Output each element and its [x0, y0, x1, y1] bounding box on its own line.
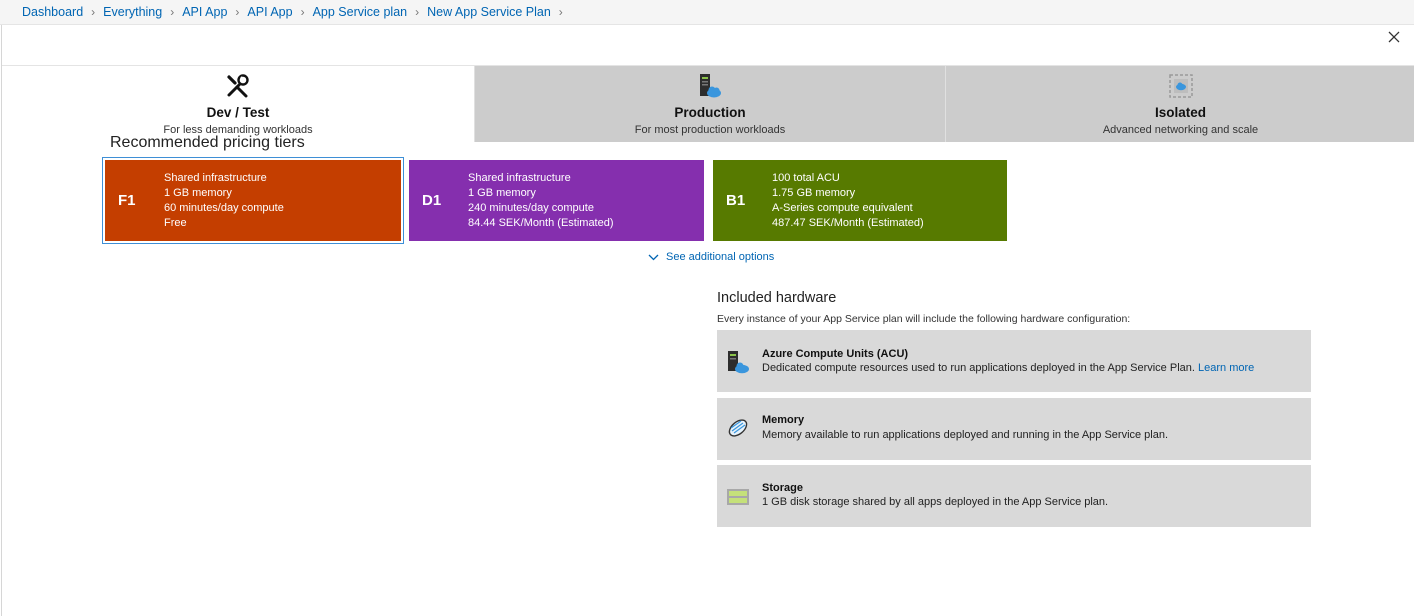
tier-detail-line: 487.47 SEK/Month (Estimated): [772, 217, 924, 229]
hardware-item-title: Memory: [762, 414, 805, 426]
hardware-item-storage: Storage 1 GB disk storage shared by all …: [717, 465, 1311, 527]
breadcrumb-item-api-app[interactable]: API App: [182, 5, 227, 19]
tab-subtitle: Advanced networking and scale: [1102, 124, 1259, 136]
tier-category-tabs: Dev / Test For less demanding workloads …: [2, 65, 1414, 142]
server-cloud-icon: [726, 350, 750, 374]
tier-detail-line: 1 GB memory: [468, 187, 536, 199]
hardware-item-acu: Azure Compute Units (ACU) Dedicated comp…: [717, 330, 1311, 392]
chevron-right-icon: ›: [415, 5, 420, 19]
hardware-subtitle: Every instance of your App Service plan …: [717, 313, 1131, 325]
hardware-item-description: Memory available to run applications dep…: [762, 429, 1169, 441]
tier-code: D1: [422, 192, 442, 209]
tier-detail-line: 240 minutes/day compute: [468, 202, 594, 214]
breadcrumb: Dashboard › Everything › API App › API A…: [22, 5, 571, 19]
tier-detail-line: A-Series compute equivalent: [772, 202, 913, 214]
tier-details: Shared infrastructure 1 GB memory 240 mi…: [468, 171, 614, 231]
hardware-heading: Included hardware: [717, 290, 837, 306]
tier-card-d1[interactable]: D1 Shared infrastructure 1 GB memory 240…: [409, 160, 704, 241]
tab-title: Production: [674, 105, 746, 120]
tier-code: F1: [118, 192, 136, 209]
recommended-heading: Recommended pricing tiers: [110, 134, 305, 151]
hardware-item-title: Azure Compute Units (ACU): [762, 348, 909, 360]
tab-production[interactable]: Production For most production workloads: [474, 66, 945, 142]
breadcrumb-item-everything[interactable]: Everything: [103, 5, 162, 19]
tier-detail-line: 100 total ACU: [772, 172, 840, 184]
hardware-item-desc-text: Dedicated compute resources used to run …: [762, 362, 1195, 374]
tab-title: Dev / Test: [206, 105, 270, 120]
chevron-right-icon: ›: [170, 5, 175, 19]
isolated-network-icon: [1168, 71, 1193, 101]
server-cloud-icon: [698, 71, 722, 101]
tier-detail-line: 1 GB memory: [164, 187, 232, 199]
breadcrumb-item-api-app-2[interactable]: API App: [247, 5, 292, 19]
tier-detail-line: 84.44 SEK/Month (Estimated): [468, 217, 614, 229]
hardware-item-description: 1 GB disk storage shared by all apps dep…: [762, 496, 1109, 508]
tier-details: 100 total ACU 1.75 GB memory A-Series co…: [772, 171, 924, 231]
chevron-down-icon: [648, 254, 659, 260]
tier-detail-line: Free: [164, 217, 187, 229]
see-additional-options-label: See additional options: [666, 251, 775, 263]
hardware-item-memory: Memory Memory available to run applicati…: [717, 398, 1311, 460]
hardware-item-description: Dedicated compute resources used to run …: [762, 362, 1254, 374]
tab-dev-test[interactable]: Dev / Test For less demanding workloads: [2, 66, 474, 142]
breadcrumb-bar: Dashboard › Everything › API App › API A…: [0, 0, 1414, 25]
tier-detail-line: Shared infrastructure: [468, 172, 571, 184]
breadcrumb-item-new-app-service-plan[interactable]: New App Service Plan: [427, 5, 551, 19]
chevron-right-icon: ›: [558, 5, 563, 19]
tier-detail-line: 60 minutes/day compute: [164, 202, 284, 214]
pricing-blade: Dev / Test For less demanding workloads …: [1, 25, 1414, 616]
tier-detail-line: Shared infrastructure: [164, 172, 267, 184]
hardware-item-title: Storage: [762, 482, 803, 494]
tier-card-b1[interactable]: B1 100 total ACU 1.75 GB memory A-Series…: [713, 160, 1007, 241]
tier-detail-line: 1.75 GB memory: [772, 187, 856, 199]
chevron-right-icon: ›: [300, 5, 305, 19]
tab-subtitle: For most production workloads: [634, 124, 786, 136]
see-additional-options-link[interactable]: See additional options: [648, 251, 774, 263]
memory-icon: [726, 416, 750, 440]
tab-isolated[interactable]: Isolated Advanced networking and scale: [945, 66, 1414, 142]
tier-code: B1: [726, 192, 746, 209]
tier-card-f1[interactable]: F1 Shared infrastructure 1 GB memory 60 …: [102, 157, 404, 244]
breadcrumb-item-app-service-plan[interactable]: App Service plan: [313, 5, 408, 19]
storage-icon: [726, 485, 750, 509]
tier-details: Shared infrastructure 1 GB memory 60 min…: [164, 171, 284, 231]
learn-more-link[interactable]: Learn more: [1198, 362, 1254, 374]
breadcrumb-item-dashboard[interactable]: Dashboard: [22, 5, 83, 19]
chevron-right-icon: ›: [235, 5, 240, 19]
tools-icon: [226, 71, 250, 101]
chevron-right-icon: ›: [91, 5, 96, 19]
close-button[interactable]: [1388, 31, 1404, 47]
close-icon: [1388, 31, 1400, 43]
tab-title: Isolated: [1154, 105, 1206, 120]
